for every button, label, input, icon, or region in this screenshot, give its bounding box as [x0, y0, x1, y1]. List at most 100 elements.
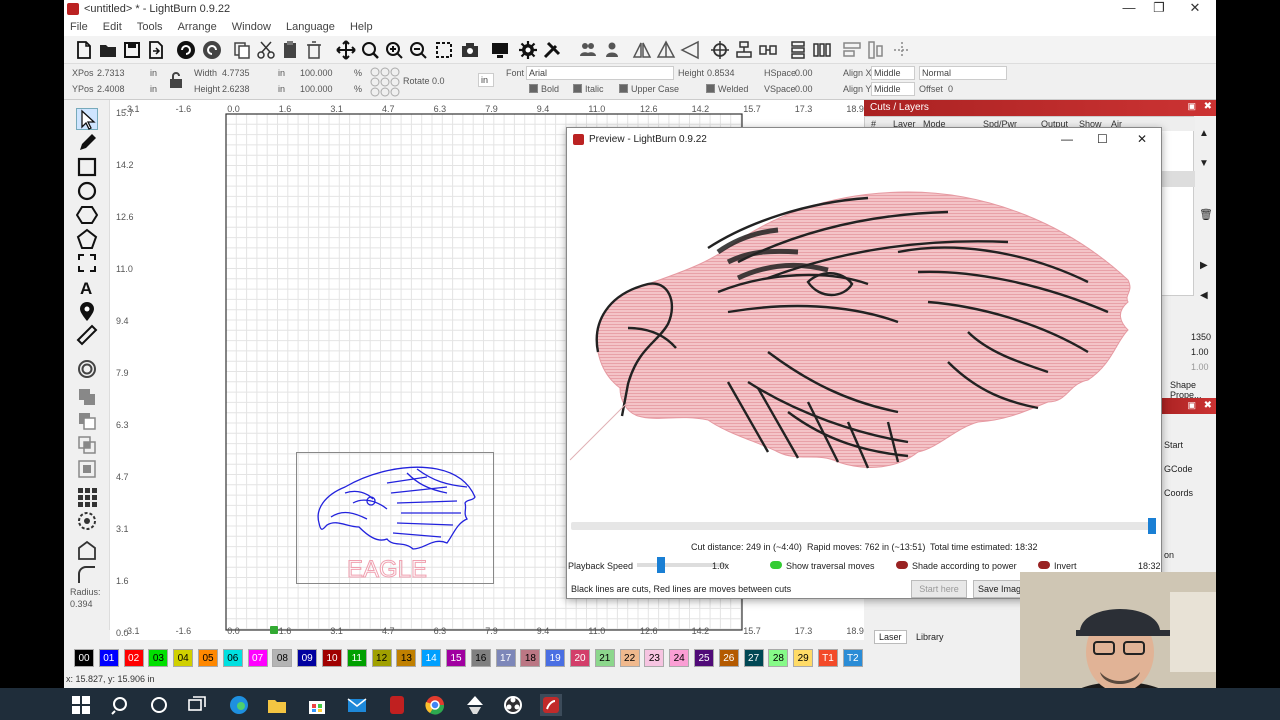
move-down-icon[interactable]: ▼: [1199, 158, 1209, 169]
cut-icon[interactable]: [256, 40, 276, 60]
edge-browser-icon[interactable]: [228, 694, 250, 716]
frame-select-icon[interactable]: [434, 40, 454, 60]
ypos-value[interactable]: 2.4008: [97, 84, 125, 94]
color-swatch-27[interactable]: 27: [743, 649, 764, 667]
color-swatch-29[interactable]: 29: [793, 649, 814, 667]
undo-icon[interactable]: [176, 40, 196, 60]
value-1-00[interactable]: 1.00: [1191, 347, 1209, 357]
gcode-button[interactable]: GCode: [1164, 464, 1193, 474]
menu-tools[interactable]: Tools: [131, 18, 169, 36]
redo-icon[interactable]: [202, 40, 222, 60]
tab-laser[interactable]: Laser: [874, 630, 907, 644]
scale-width-value[interactable]: 100.000: [300, 68, 333, 78]
ellipse-icon[interactable]: [76, 180, 98, 202]
zoom-in-icon[interactable]: [384, 40, 404, 60]
task-view-icon[interactable]: [186, 694, 208, 716]
arrow-left-icon[interactable]: ◀: [1200, 290, 1208, 301]
unit-toggle-button[interactable]: in: [478, 73, 494, 87]
color-swatch-12[interactable]: 12: [371, 649, 392, 667]
minimize-button[interactable]: —: [1114, 1, 1144, 17]
font-height-value[interactable]: 0.8534: [707, 68, 735, 78]
rectangle-icon[interactable]: [76, 156, 98, 178]
height-value[interactable]: 2.6238: [222, 84, 250, 94]
color-swatch-09[interactable]: 09: [297, 649, 318, 667]
boolean-intersect-icon[interactable]: [76, 434, 98, 456]
color-swatch-21[interactable]: 21: [594, 649, 615, 667]
flip-horizontal-icon[interactable]: [632, 40, 652, 60]
anchor-grid-icon[interactable]: [370, 67, 400, 97]
uppercase-checkbox[interactable]: Upper Case: [619, 84, 679, 94]
preview-maximize-button[interactable]: ☐: [1097, 132, 1108, 146]
scale-height-value[interactable]: 100.000: [300, 84, 333, 94]
color-swatch-10[interactable]: 10: [322, 649, 342, 667]
shade-power-toggle[interactable]: Shade according to power: [896, 561, 1017, 571]
group-icon[interactable]: [578, 40, 598, 60]
distribute-h-icon[interactable]: [812, 40, 832, 60]
app-red-icon[interactable]: [386, 694, 408, 716]
shape-properties-tab[interactable]: Shape Prope...: [1170, 380, 1216, 400]
invert-toggle[interactable]: Invert: [1038, 561, 1077, 571]
width-value[interactable]: 4.7735: [222, 68, 250, 78]
align-left-icon[interactable]: [842, 40, 862, 60]
edit-nodes-icon[interactable]: [76, 540, 98, 562]
zoom-out-icon[interactable]: [408, 40, 428, 60]
preview-close-button[interactable]: ✕: [1137, 132, 1147, 146]
open-folder-icon[interactable]: [98, 40, 118, 60]
snap-grid-icon[interactable]: [892, 40, 912, 60]
corner-radius-icon[interactable]: [76, 564, 98, 586]
color-swatch-24[interactable]: 24: [669, 649, 690, 667]
trash-icon[interactable]: 🗑: [1199, 208, 1213, 221]
playback-progress[interactable]: [571, 518, 1156, 534]
color-swatch-20[interactable]: 20: [570, 649, 590, 667]
color-swatch-28[interactable]: 28: [768, 649, 789, 667]
panel-close-icon-2[interactable]: ✖: [1204, 400, 1212, 411]
camera-icon[interactable]: [460, 40, 480, 60]
tools-icon[interactable]: [542, 40, 562, 60]
arrow-right-icon[interactable]: ▶: [1200, 260, 1208, 271]
color-swatch-00[interactable]: 00: [74, 649, 94, 667]
boolean-subtract-icon[interactable]: [76, 410, 98, 432]
preview-render[interactable]: [568, 152, 1160, 516]
value-1350[interactable]: 1350: [1191, 332, 1211, 342]
measure-ruler-icon[interactable]: [76, 324, 98, 346]
color-swatch-22[interactable]: 22: [619, 649, 640, 667]
select-arrow-icon[interactable]: [76, 108, 98, 130]
maximize-button[interactable]: ❐: [1144, 1, 1174, 17]
aligny-select[interactable]: Middle: [871, 82, 915, 96]
panel-float-icon[interactable]: ▣: [1187, 101, 1196, 112]
new-file-icon[interactable]: [74, 40, 94, 60]
progress-handle[interactable]: [1148, 518, 1156, 534]
polygon-icon[interactable]: [75, 204, 99, 226]
distribute-v-icon[interactable]: [788, 40, 808, 60]
xpos-value[interactable]: 2.7313: [97, 68, 125, 78]
obs-icon[interactable]: [502, 694, 524, 716]
color-swatch-01[interactable]: 01: [98, 649, 119, 667]
color-swatch-17[interactable]: 17: [495, 649, 516, 667]
export-icon[interactable]: [146, 40, 166, 60]
circular-array-icon[interactable]: [76, 510, 98, 532]
bold-checkbox[interactable]: Bold: [529, 84, 559, 94]
weld-icon[interactable]: [76, 458, 98, 480]
move-up-icon[interactable]: ▲: [1199, 128, 1209, 139]
font-select[interactable]: Arial: [526, 66, 674, 80]
align-right-icon[interactable]: [866, 40, 886, 60]
color-swatch-05[interactable]: 05: [198, 649, 218, 667]
color-swatch-15[interactable]: 15: [446, 649, 466, 667]
paste-icon[interactable]: [280, 40, 300, 60]
welded-checkbox[interactable]: Welded: [706, 84, 748, 94]
inkscape-icon[interactable]: [464, 694, 486, 716]
start-button[interactable]: Start: [1164, 440, 1183, 450]
menu-file[interactable]: File: [64, 18, 94, 36]
color-swatch-T1[interactable]: T1: [818, 649, 838, 667]
color-swatch-16[interactable]: 16: [470, 649, 491, 667]
cortana-icon[interactable]: [148, 694, 170, 716]
align-center-icon[interactable]: [710, 40, 730, 60]
delete-icon[interactable]: [304, 40, 324, 60]
color-swatch-13[interactable]: 13: [396, 649, 417, 667]
color-swatch-06[interactable]: 06: [222, 649, 243, 667]
show-traversal-toggle[interactable]: Show traversal moves: [770, 561, 875, 571]
hspace-value[interactable]: 0.00: [795, 68, 813, 78]
offset-shape-icon[interactable]: [76, 358, 98, 380]
chrome-icon[interactable]: [424, 694, 446, 716]
panel-close-icon[interactable]: ✖: [1204, 101, 1212, 112]
